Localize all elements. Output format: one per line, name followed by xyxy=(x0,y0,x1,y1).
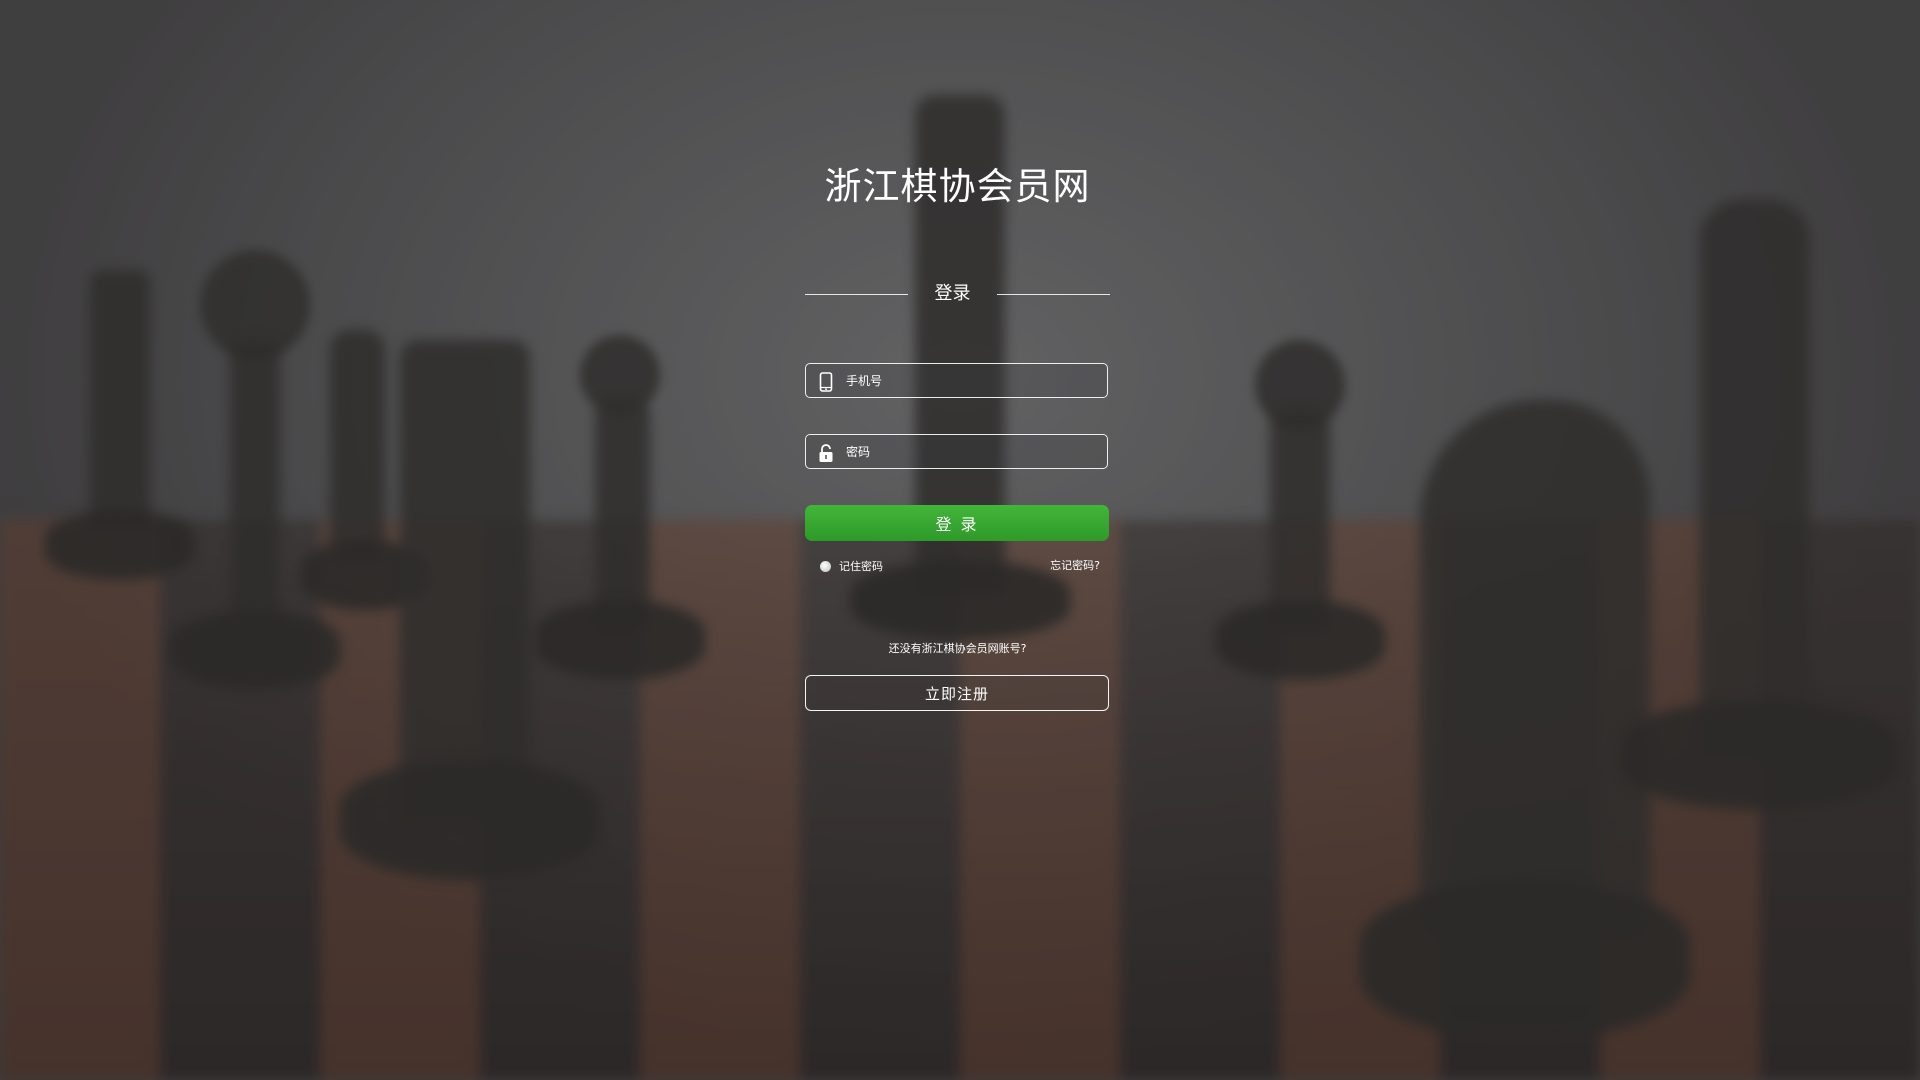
remember-label: 记住密码 xyxy=(839,560,883,573)
forgot-password-link[interactable]: 忘记密码? xyxy=(1050,558,1100,574)
register-button[interactable]: 立即注册 xyxy=(805,675,1109,711)
phone-field[interactable] xyxy=(805,363,1108,398)
lock-icon xyxy=(819,444,833,462)
divider-line-left xyxy=(805,294,908,295)
remember-password[interactable]: 记住密码 xyxy=(820,558,883,574)
no-account-text: 还没有浙江棋协会员网账号? xyxy=(888,642,1027,655)
login-button[interactable]: 登 录 xyxy=(805,505,1109,541)
divider-line-right xyxy=(997,294,1110,295)
password-input[interactable] xyxy=(846,435,1101,468)
site-title: 浙江棋协会员网 xyxy=(824,165,1091,208)
remember-checkbox[interactable] xyxy=(820,560,831,572)
phone-icon xyxy=(819,372,833,392)
login-section-title: 登录 xyxy=(934,283,971,304)
phone-input[interactable] xyxy=(846,364,1101,397)
section-divider: 登录 xyxy=(805,280,1110,310)
password-field[interactable] xyxy=(805,434,1108,469)
